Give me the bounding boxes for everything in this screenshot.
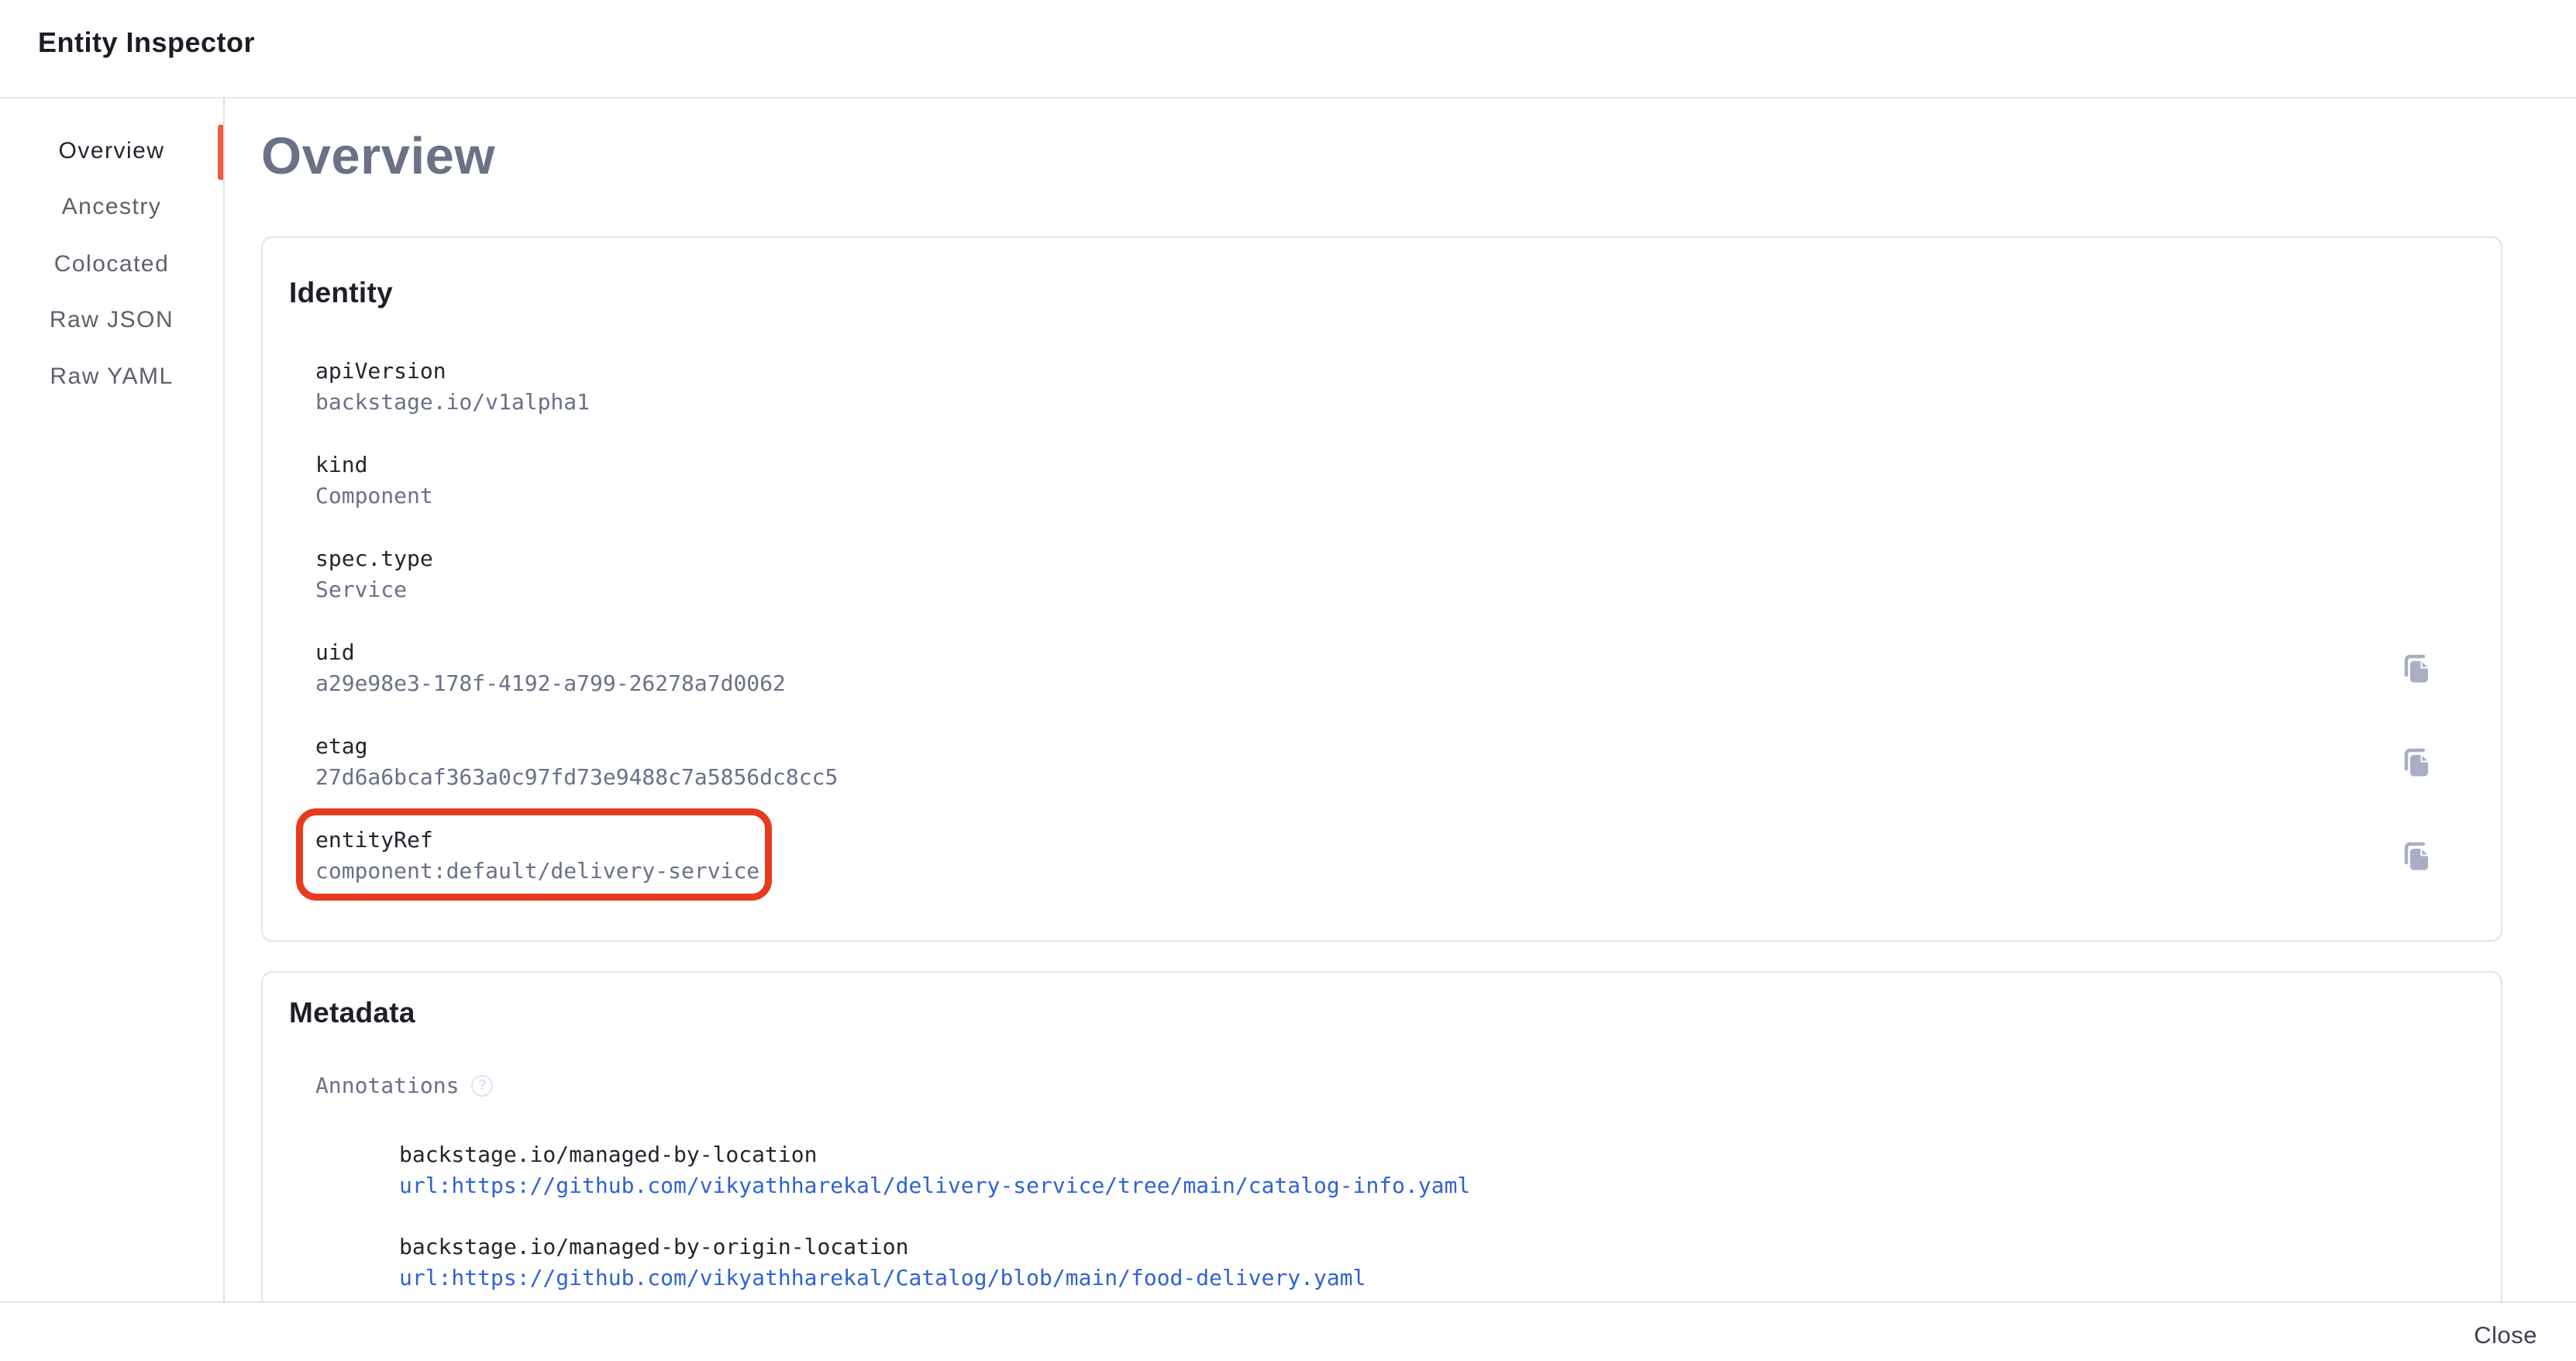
copy-etag-button[interactable] — [2399, 745, 2433, 779]
field-uid: uid a29e98e3-178f-4192-a799-26278a7d0062 — [315, 637, 786, 699]
field-value: 27d6a6bcaf363a0c97fd73e9488c7a5856dc8cc5 — [315, 762, 838, 793]
sidebar-item-colocated[interactable]: Colocated — [0, 249, 223, 280]
field-spec-type: spec.type Service — [315, 543, 433, 605]
field-label: apiVersion — [315, 356, 590, 387]
annotation-key: backstage.io/managed-by-origin-location — [399, 1232, 1365, 1263]
copy-icon — [2399, 651, 2433, 685]
sidebar-item-raw-json[interactable]: Raw JSON — [0, 305, 223, 336]
dialog-header: Entity Inspector — [0, 0, 2576, 98]
field-value: component:default/delivery-service — [315, 856, 759, 887]
metadata-card-title: Metadata — [289, 997, 415, 1029]
annotation-link[interactable]: url:https://github.com/vikyathharekal/Ca… — [399, 1263, 1365, 1294]
annotation-key: backstage.io/managed-by-location — [399, 1139, 1470, 1170]
field-label: entityRef — [315, 825, 759, 856]
field-label: etag — [315, 731, 838, 762]
field-value: Service — [315, 574, 433, 605]
inspector-sidebar: Overview Ancestry Colocated Raw JSON Raw… — [0, 98, 225, 1301]
page-title: Overview — [261, 126, 495, 186]
field-apiversion: apiVersion backstage.io/v1alpha1 — [315, 356, 590, 418]
copy-icon — [2399, 839, 2433, 873]
field-value: backstage.io/v1alpha1 — [315, 387, 590, 418]
close-button[interactable]: Close — [2468, 1315, 2543, 1356]
copy-uid-button[interactable] — [2399, 651, 2433, 685]
annotation-managed-by-origin-location: backstage.io/managed-by-origin-location … — [399, 1232, 1365, 1294]
annotation-managed-by-location: backstage.io/managed-by-location url:htt… — [399, 1139, 1470, 1201]
field-value: a29e98e3-178f-4192-a799-26278a7d0062 — [315, 668, 786, 699]
identity-card: Identity apiVersion backstage.io/v1alpha… — [261, 236, 2502, 942]
copy-icon — [2399, 745, 2433, 779]
annotations-section: Annotations ? — [315, 1070, 493, 1101]
field-label: uid — [315, 637, 786, 668]
field-entityref: entityRef component:default/delivery-ser… — [315, 825, 759, 887]
field-kind: kind Component — [315, 450, 433, 512]
annotation-link[interactable]: url:https://github.com/vikyathharekal/de… — [399, 1170, 1470, 1201]
field-value: Component — [315, 481, 433, 512]
sidebar-item-raw-yaml[interactable]: Raw YAML — [0, 361, 223, 392]
field-label: kind — [315, 450, 433, 481]
sidebar-item-ancestry[interactable]: Ancestry — [0, 191, 223, 222]
annotations-label: Annotations — [315, 1070, 459, 1101]
dialog-title: Entity Inspector — [38, 26, 255, 59]
sidebar-item-overview[interactable]: Overview — [0, 136, 223, 167]
field-label: spec.type — [315, 543, 433, 574]
help-icon[interactable]: ? — [471, 1075, 493, 1097]
field-etag: etag 27d6a6bcaf363a0c97fd73e9488c7a5856d… — [315, 731, 838, 793]
copy-entityref-button[interactable] — [2399, 839, 2433, 873]
dialog-footer: Close — [0, 1301, 2576, 1361]
active-tab-indicator — [218, 125, 223, 180]
identity-card-title: Identity — [289, 277, 393, 309]
